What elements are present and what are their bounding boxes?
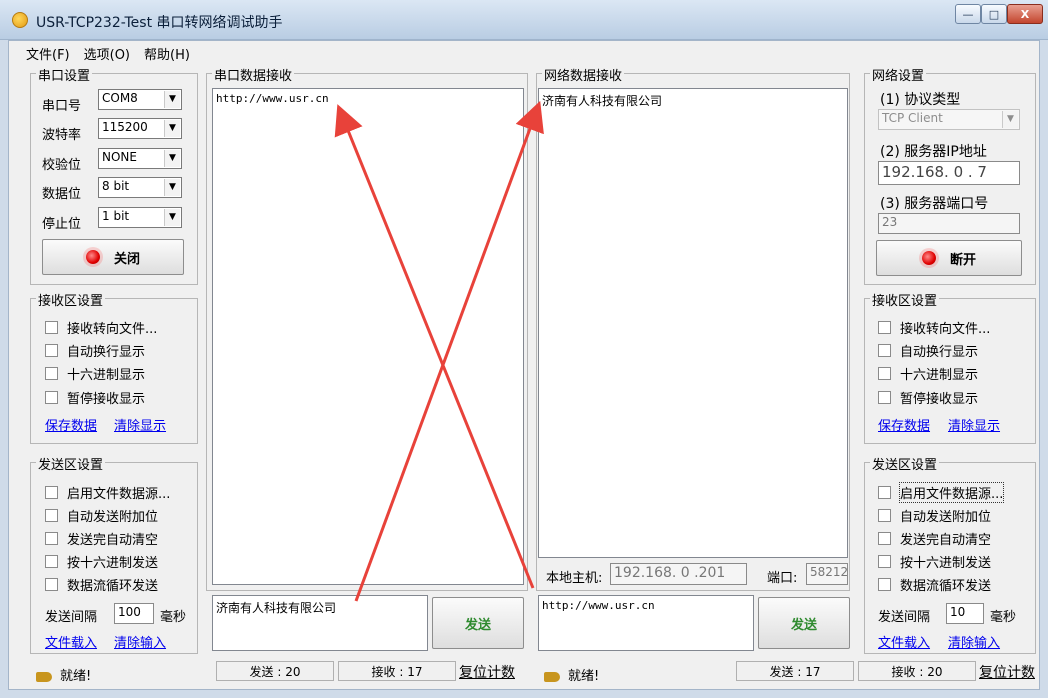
annotation-arrows xyxy=(334,100,544,602)
arrow-to-serial-recv xyxy=(334,104,535,589)
